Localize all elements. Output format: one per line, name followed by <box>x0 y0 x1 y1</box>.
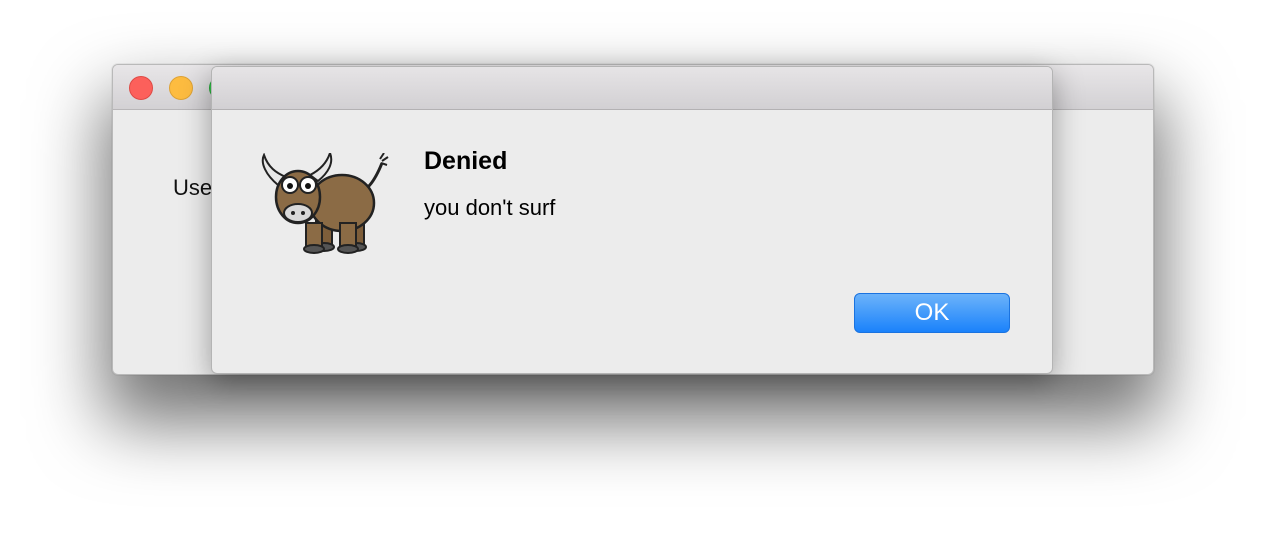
main-window-label: Use <box>173 175 213 200</box>
alert-title: Denied <box>424 147 508 175</box>
alert-dialog: Denied you don't surf OK <box>211 66 1053 374</box>
alert-message: you don't surf <box>424 195 556 220</box>
ok-button[interactable]: OK <box>854 293 1010 333</box>
close-window-button[interactable] <box>129 76 153 100</box>
minimize-window-button[interactable] <box>169 76 193 100</box>
desktop: Use Denied you don't surf OK <box>0 0 1264 534</box>
yak-icon <box>261 153 389 254</box>
alert-titlebar <box>212 67 1052 110</box>
